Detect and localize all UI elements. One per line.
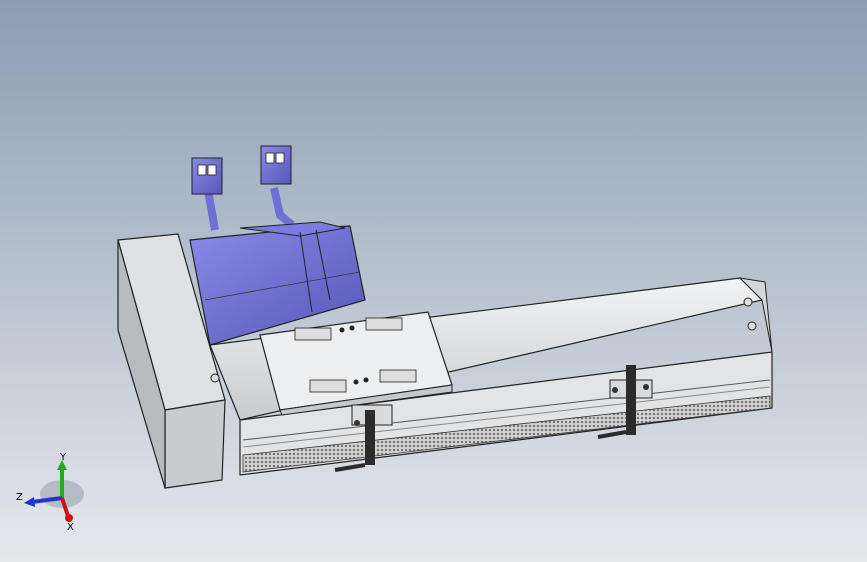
y-axis-label: Y — [59, 452, 67, 463]
x-axis-arrow — [65, 514, 73, 522]
connector-right — [260, 145, 292, 185]
linear-actuator-model[interactable] — [0, 0, 867, 562]
z-axis-arrow — [24, 497, 35, 507]
graphics-viewport[interactable]: Y Z X — [0, 0, 867, 562]
motor-cables — [191, 145, 295, 231]
connector-left — [191, 157, 223, 195]
z-axis-label: Z — [16, 492, 23, 503]
coordinate-triad: Y Z X — [16, 452, 84, 532]
x-axis-label: X — [67, 522, 74, 532]
